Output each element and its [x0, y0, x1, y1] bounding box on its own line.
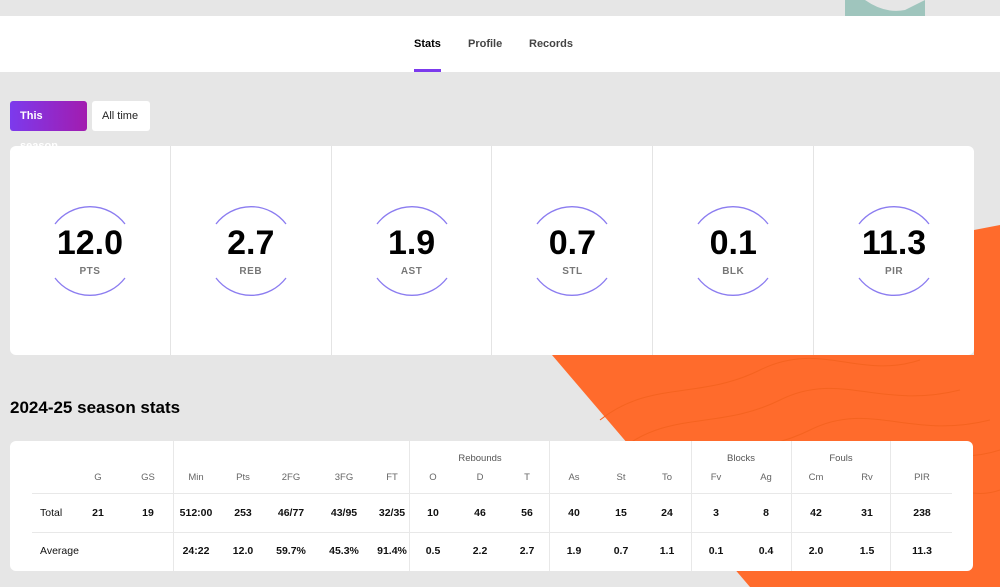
stat-value: 11.3 [861, 224, 927, 262]
stat-value: 0.7 [548, 224, 597, 262]
season-stats-table: Rebounds Blocks Fouls G GS Min Pts 2FG 3FG FT O… [10, 441, 973, 571]
player-image-fragment [845, 0, 925, 16]
stat-value: 2.7 [227, 224, 275, 262]
column-header: 3FG [334, 472, 354, 483]
column-header: Fv [710, 472, 722, 483]
column-header: 2FG [281, 472, 301, 483]
table-cell: 24 [661, 507, 673, 519]
column-header: PIR [914, 472, 930, 483]
column-header: O [429, 472, 437, 483]
table-cell: 40 [568, 507, 580, 519]
stat-pts: 12.0 PTS [10, 146, 171, 355]
column-header: As [568, 472, 580, 483]
stat-blk: 0.1 BLK [653, 146, 815, 355]
table-cell: 15 [615, 507, 627, 519]
table-cell: 1.5 [859, 545, 875, 557]
summary-stats-card: 12.0 PTS 2.7 REB 1.9 AST 0.7 STL 0.1 BLK 11.3 PIR [10, 146, 974, 355]
row-divider [32, 493, 952, 494]
row-divider [32, 532, 952, 533]
table-cell: 59.7% [276, 545, 306, 557]
group-fouls: Fouls [829, 453, 853, 464]
stat-reb: 2.7 REB [171, 146, 332, 355]
table-cell: 46 [474, 507, 486, 519]
group-rebounds: Rebounds [458, 453, 502, 464]
table-cell: 43/95 [330, 507, 358, 519]
tab-stats[interactable]: Stats [414, 16, 441, 72]
all-time-button[interactable]: All time [92, 101, 150, 131]
stat-ast: 1.9 AST [332, 146, 493, 355]
table-cell: 238 [913, 507, 931, 519]
table-cell: 8 [763, 507, 769, 519]
table-cell: 21 [92, 507, 104, 519]
tab-bar: Stats Profile Records [0, 16, 1000, 72]
stat-label: BLK [722, 266, 745, 277]
row-label: Total [40, 507, 63, 519]
column-header: To [661, 472, 673, 483]
stat-label: AST [400, 266, 423, 277]
column-header: Cm [808, 472, 824, 483]
stat-value: 0.1 [709, 224, 757, 262]
column-header: FT [386, 472, 398, 483]
table-cell: 512:00 [179, 507, 213, 519]
table-cell: 2.7 [519, 545, 535, 557]
column-header: Pts [236, 472, 250, 483]
column-header: D [476, 472, 484, 483]
table-cell: 31 [861, 507, 873, 519]
stat-value: 1.9 [387, 224, 436, 262]
tab-profile[interactable]: Profile [468, 16, 502, 72]
table-cell: 2.2 [472, 545, 488, 557]
table-cell: 0.5 [425, 545, 441, 557]
table-cell: 1.9 [566, 545, 582, 557]
table-cell: 45.3% [329, 545, 359, 557]
column-header: Ag [760, 472, 772, 483]
column-header: G [94, 472, 102, 483]
table-cell: 12.0 [232, 545, 254, 557]
column-header: GS [141, 472, 155, 483]
table-cell: 2.0 [808, 545, 824, 557]
column-header: St [616, 472, 626, 483]
table-cell: 1.1 [659, 545, 675, 557]
stat-label: REB [239, 266, 263, 277]
group-blocks: Blocks [727, 453, 755, 464]
stat-label: PIR [884, 266, 904, 277]
this-season-button[interactable]: This season [10, 101, 87, 152]
stat-pir: 11.3 PIR [814, 146, 974, 355]
table-cell: 46/77 [277, 507, 305, 519]
table-cell: 0.7 [613, 545, 629, 557]
table-cell: 42 [810, 507, 822, 519]
stat-label: PTS [79, 266, 101, 277]
tab-records[interactable]: Records [529, 16, 573, 72]
table-cell: 253 [234, 507, 252, 519]
table-cell: 11.3 [912, 545, 932, 557]
column-header: Rv [861, 472, 873, 483]
table-cell: 24:22 [182, 545, 210, 557]
column-header: Min [188, 472, 204, 483]
season-stats-title: 2024-25 season stats [10, 398, 181, 417]
table-cell: 3 [713, 507, 719, 519]
stat-label: STL [562, 266, 583, 277]
table-cell: 19 [142, 507, 154, 519]
table-cell: 0.1 [708, 545, 724, 557]
table-cell: 10 [427, 507, 439, 519]
column-header: T [524, 472, 530, 483]
stat-value: 12.0 [56, 224, 123, 262]
table-cell: 56 [521, 507, 533, 519]
stat-stl: 0.7 STL [492, 146, 654, 355]
row-label: Average [40, 545, 79, 557]
table-cell: 0.4 [758, 545, 774, 557]
